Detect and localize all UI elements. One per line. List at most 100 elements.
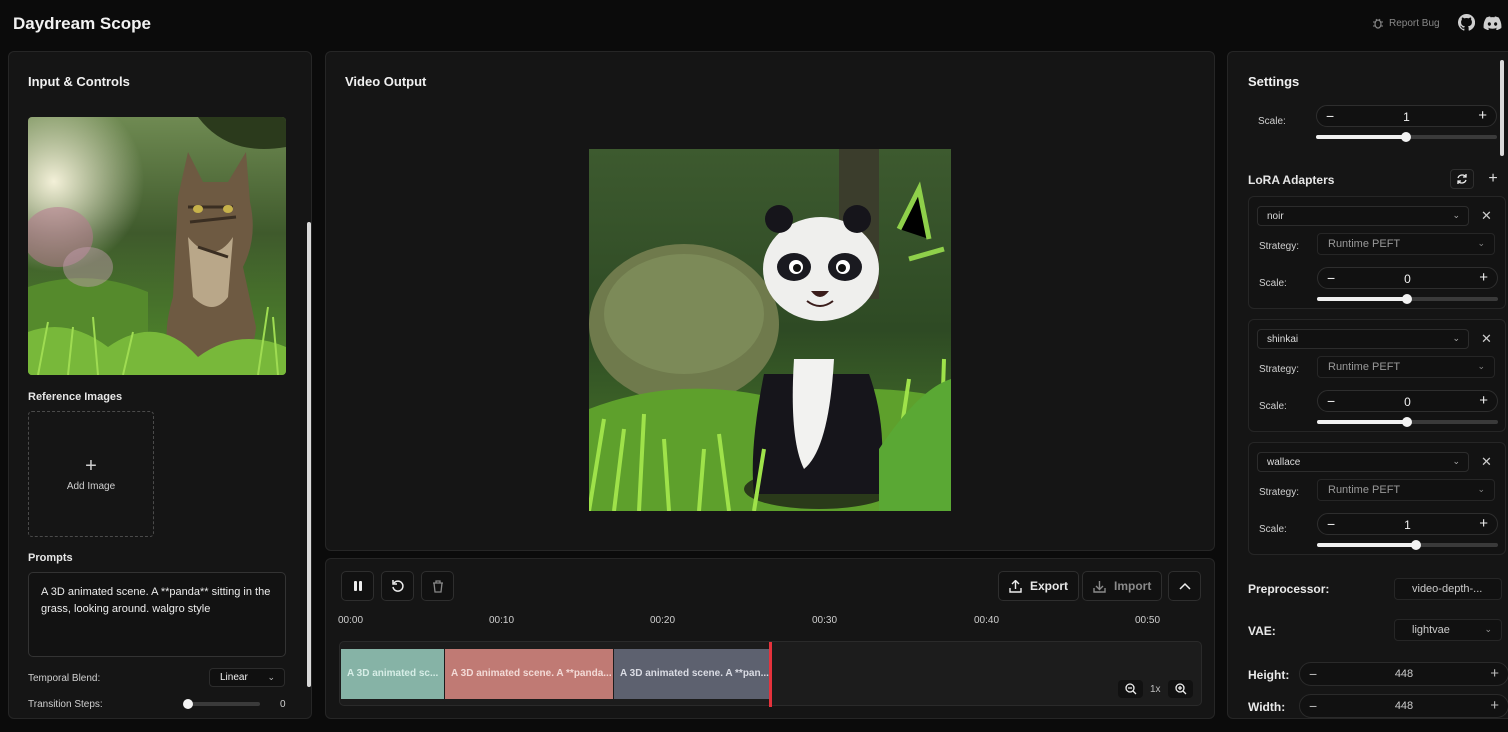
zoom-out-button[interactable] <box>1118 680 1143 698</box>
top-scale-label: Scale: <box>1258 116 1286 127</box>
close-icon[interactable]: ✕ <box>1481 454 1492 470</box>
prompt-textarea[interactable]: A 3D animated scene. A **panda** sitting… <box>28 572 286 657</box>
add-image-label: Add Image <box>66 481 116 492</box>
top-bar: Daydream Scope Report Bug <box>0 0 1508 48</box>
github-icon[interactable] <box>1458 14 1475 31</box>
report-bug-label: Report Bug <box>1389 17 1440 29</box>
input-image-cat[interactable] <box>28 117 286 375</box>
collapse-button[interactable] <box>1168 571 1201 601</box>
strategy-select[interactable]: Runtime PEFT ⌄ <box>1317 233 1495 255</box>
strategy-select[interactable]: Runtime PEFT ⌄ <box>1317 356 1495 378</box>
lora-scale-value: 0 <box>1404 272 1411 286</box>
temporal-blend-value: Linear <box>220 672 248 683</box>
chevron-down-icon: ⌄ <box>267 672 275 682</box>
lora-scale-slider[interactable] <box>1317 294 1498 304</box>
timeline-track[interactable]: A 3D animated sc... A 3D animated scene.… <box>339 641 1202 707</box>
report-bug-button[interactable]: Report Bug <box>1372 17 1440 29</box>
left-panel-scrollbar[interactable] <box>307 222 311 687</box>
refresh-loras-button[interactable] <box>1450 169 1474 189</box>
zoom-in-icon <box>1174 683 1186 695</box>
height-stepper[interactable]: − 448 + <box>1299 662 1508 686</box>
plus-icon[interactable]: + <box>1479 392 1488 409</box>
add-image-button[interactable]: + Add Image <box>28 411 154 537</box>
plus-icon: + <box>85 455 97 477</box>
video-output-frame <box>589 149 951 511</box>
slider-thumb[interactable] <box>183 699 193 709</box>
slider-thumb[interactable] <box>1402 417 1412 427</box>
chevron-down-icon: ⌄ <box>1484 624 1492 634</box>
strategy-value: Runtime PEFT <box>1328 361 1401 373</box>
width-stepper[interactable]: − 448 + <box>1299 694 1508 718</box>
zoom-in-button[interactable] <box>1168 680 1193 698</box>
top-scale-stepper[interactable]: − 1 + <box>1316 105 1497 127</box>
slider-thumb[interactable] <box>1411 540 1421 550</box>
playhead[interactable] <box>769 642 772 707</box>
timeline-clip[interactable]: A 3D animated scene. A **pan... <box>614 649 769 699</box>
zoom-out-icon <box>1124 683 1136 695</box>
plus-icon[interactable]: + <box>1490 665 1499 682</box>
lora-name-select[interactable]: shinkai ⌄ <box>1257 329 1469 349</box>
reset-button[interactable] <box>381 571 414 601</box>
lora-name-select[interactable]: noir ⌄ <box>1257 206 1469 226</box>
lora-scale-value: 1 <box>1404 518 1411 532</box>
timeline-clip[interactable]: A 3D animated scene. A **panda... <box>445 649 613 699</box>
lora-name: shinkai <box>1267 334 1299 345</box>
lora-name: wallace <box>1267 457 1301 468</box>
transition-steps-slider[interactable] <box>183 699 260 709</box>
lora-scale-slider[interactable] <box>1317 540 1498 550</box>
chevron-down-icon: ⌄ <box>1477 361 1485 371</box>
discord-icon[interactable] <box>1483 16 1502 30</box>
plus-icon[interactable]: + <box>1478 107 1487 124</box>
chevron-down-icon: ⌄ <box>1452 456 1460 466</box>
plus-icon[interactable]: + <box>1479 515 1488 532</box>
slider-thumb[interactable] <box>1401 132 1411 142</box>
video-output-panel: Video Output <box>325 51 1215 551</box>
scale-label: Scale: <box>1259 278 1287 289</box>
import-button[interactable]: Import <box>1082 571 1163 601</box>
slider-fill <box>1317 420 1407 424</box>
slider-thumb[interactable] <box>1402 294 1412 304</box>
app-title: Daydream Scope <box>13 14 151 33</box>
scale-label: Scale: <box>1259 524 1287 535</box>
lora-name-select[interactable]: wallace ⌄ <box>1257 452 1469 472</box>
top-scale-value: 1 <box>1403 110 1410 124</box>
lora-name: noir <box>1267 211 1284 222</box>
lora-scale-stepper[interactable]: − 0 + <box>1317 267 1498 289</box>
plus-icon[interactable]: + <box>1479 269 1488 286</box>
lora-card-noir: noir ⌄ ✕ Strategy: Runtime PEFT ⌄ Scale:… <box>1248 196 1506 309</box>
lora-scale-slider[interactable] <box>1317 417 1498 427</box>
prompts-label: Prompts <box>28 552 73 564</box>
settings-scrollbar[interactable] <box>1500 60 1504 156</box>
close-icon[interactable]: ✕ <box>1481 331 1492 347</box>
top-scale-slider[interactable] <box>1316 132 1497 142</box>
height-value: 448 <box>1394 668 1414 680</box>
preprocessor-select[interactable]: video-depth-... <box>1394 578 1502 600</box>
refresh-icon <box>1457 174 1467 184</box>
timeline-clip[interactable]: A 3D animated sc... <box>341 649 444 699</box>
timeline-tick: 00:30 <box>812 615 838 626</box>
reference-images-label: Reference Images <box>28 391 123 403</box>
strategy-label: Strategy: <box>1259 364 1300 375</box>
delete-button[interactable] <box>421 571 454 601</box>
lora-scale-stepper[interactable]: − 1 + <box>1317 513 1498 535</box>
close-icon[interactable]: ✕ <box>1481 208 1492 224</box>
zoom-level: 1x <box>1150 684 1161 695</box>
trash-icon <box>432 579 443 593</box>
lora-scale-stepper[interactable]: − 0 + <box>1317 390 1498 412</box>
settings-panel: Settings Scale: − 1 + LoRA Adapters + no… <box>1227 51 1508 719</box>
vae-label: VAE: <box>1248 624 1276 638</box>
pause-icon <box>353 581 362 591</box>
timeline-tick: 00:00 <box>338 615 364 626</box>
strategy-select[interactable]: Runtime PEFT ⌄ <box>1317 479 1495 501</box>
timeline-panel: Export Import 00:00 00:10 00:20 00:30 00… <box>325 558 1215 719</box>
add-lora-button[interactable]: + <box>1484 170 1502 188</box>
pause-button[interactable] <box>341 571 374 601</box>
download-icon <box>1093 580 1106 593</box>
timeline-tick: 00:20 <box>650 615 676 626</box>
vae-select[interactable]: lightvae ⌄ <box>1394 619 1502 641</box>
strategy-value: Runtime PEFT <box>1328 484 1401 496</box>
export-button[interactable]: Export <box>998 571 1080 601</box>
lora-scale-value: 0 <box>1404 395 1411 409</box>
temporal-blend-select[interactable]: Linear ⌄ <box>209 668 285 687</box>
plus-icon[interactable]: + <box>1490 697 1499 714</box>
